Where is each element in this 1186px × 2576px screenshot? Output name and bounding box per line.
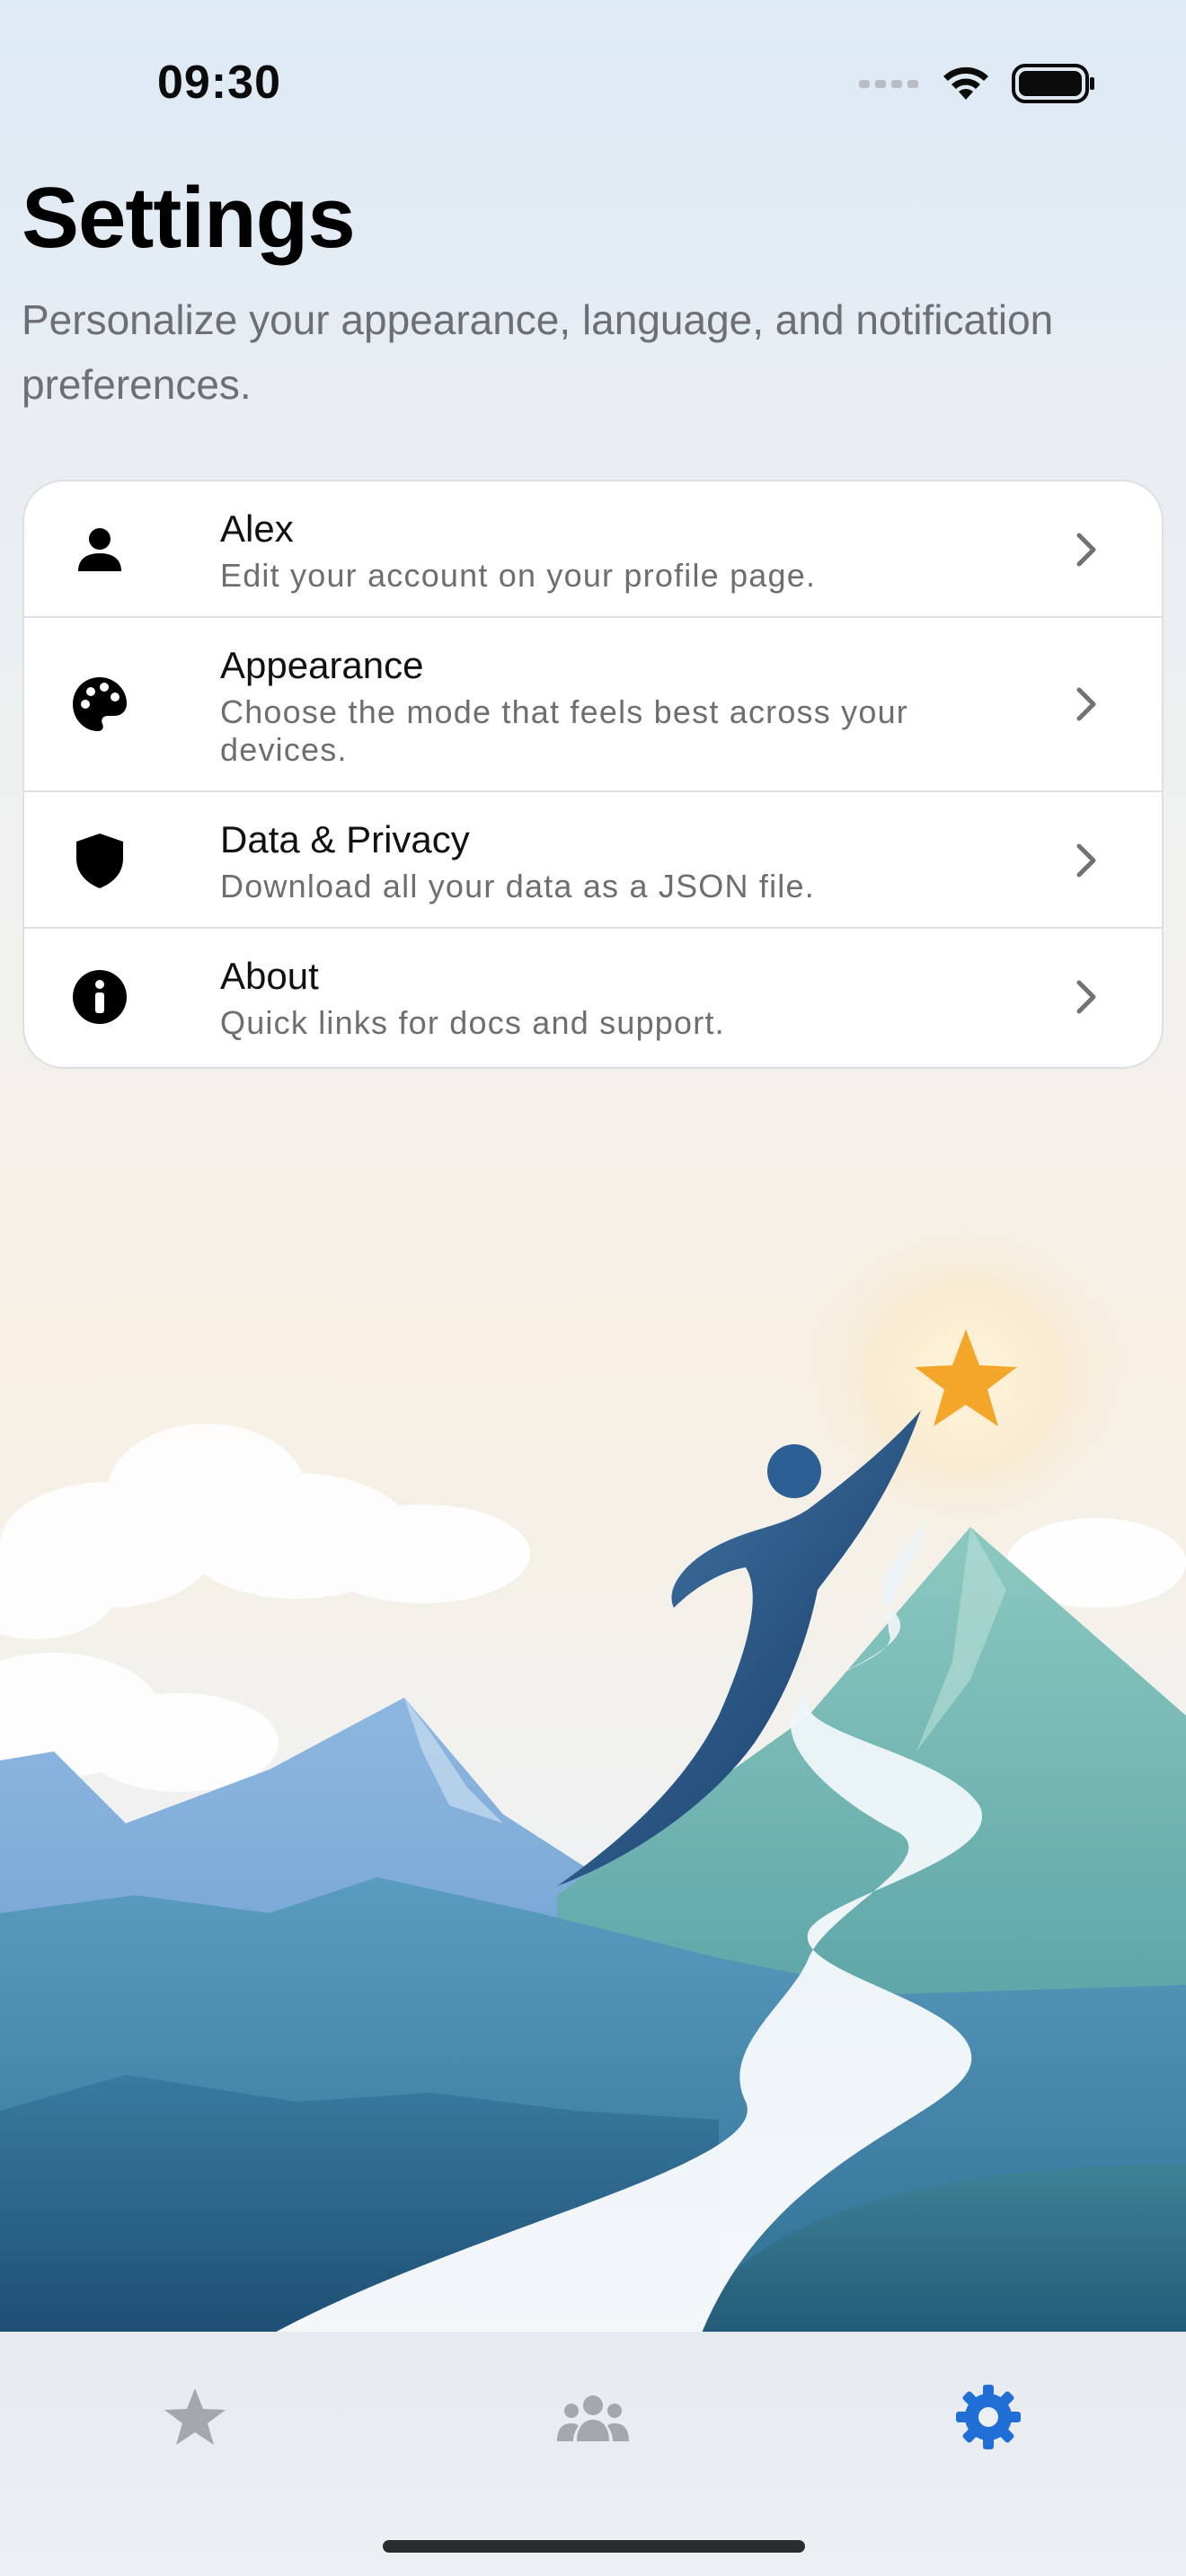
settings-row-about[interactable]: About Quick links for docs and support. bbox=[24, 929, 1162, 1065]
settings-row-profile[interactable]: Alex Edit your account on your profile p… bbox=[24, 481, 1162, 618]
settings-row-data-privacy[interactable]: Data & Privacy Download all your data as… bbox=[24, 792, 1162, 929]
settings-row-title: Data & Privacy bbox=[220, 818, 470, 860]
status-time: 09:30 bbox=[157, 57, 281, 109]
tab-community[interactable] bbox=[553, 2377, 633, 2457]
status-icons bbox=[859, 61, 1096, 106]
chevron-right-icon bbox=[1076, 533, 1096, 567]
chevron-right-icon bbox=[1076, 843, 1096, 878]
chevron-right-icon bbox=[1076, 687, 1096, 721]
star-icon bbox=[164, 2388, 226, 2445]
cellular-signal-icon bbox=[859, 80, 918, 88]
palette-icon bbox=[73, 677, 127, 731]
settings-row-text: Data & Privacy Download all your data as… bbox=[220, 816, 1011, 905]
person-icon bbox=[78, 528, 121, 571]
settings-row-text: About Quick links for docs and support. bbox=[220, 952, 1011, 1042]
battery-icon bbox=[1012, 64, 1094, 103]
settings-row-description: Quick links for docs and support. bbox=[220, 1004, 725, 1041]
home-indicator bbox=[383, 2540, 805, 2553]
settings-row-description: Edit your account on your profile page. bbox=[220, 557, 817, 594]
status-bar: 09:30 bbox=[0, 0, 1186, 171]
settings-list: Alex Edit your account on your profile p… bbox=[22, 480, 1164, 1069]
settings-row-description: Choose the mode that feels best across y… bbox=[220, 693, 908, 768]
wifi-icon bbox=[943, 66, 988, 100]
settings-row-description: Download all your data as a JSON file. bbox=[220, 868, 815, 904]
tab-settings[interactable] bbox=[948, 2377, 1029, 2457]
settings-row-title: Alex bbox=[220, 507, 294, 550]
tab-favorites[interactable] bbox=[155, 2377, 235, 2457]
settings-row-title: About bbox=[220, 955, 319, 997]
mountain-illustration bbox=[0, 1213, 1186, 2335]
settings-row-title: Appearance bbox=[220, 644, 424, 686]
people-icon bbox=[557, 2395, 629, 2441]
settings-row-appearance[interactable]: Appearance Choose the mode that feels be… bbox=[24, 618, 1162, 792]
page-title: Settings bbox=[22, 170, 356, 266]
info-icon bbox=[73, 970, 127, 1024]
page-subtitle: Personalize your appearance, language, a… bbox=[22, 296, 1054, 408]
settings-row-text: Appearance Choose the mode that feels be… bbox=[220, 641, 1011, 769]
shield-icon bbox=[76, 834, 123, 888]
chevron-right-icon bbox=[1076, 980, 1096, 1014]
settings-row-text: Alex Edit your account on your profile p… bbox=[220, 505, 1011, 595]
gear-icon bbox=[956, 2385, 1021, 2449]
